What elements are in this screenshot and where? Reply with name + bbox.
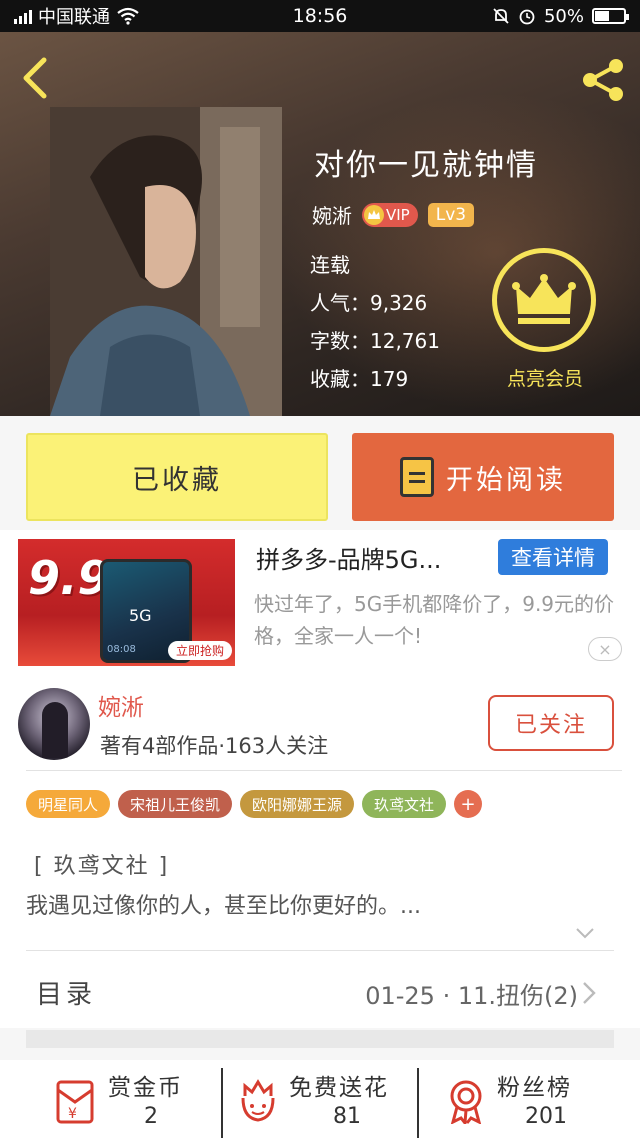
fans-label: 粉丝榜 <box>497 1075 572 1101</box>
chevron-down-icon[interactable] <box>574 922 596 944</box>
author-card: 婉淅 著有4部作品·163人关注 已关注 <box>0 680 640 770</box>
ad-5g-badge: 5G <box>129 606 152 625</box>
summary-tag: [ 玖鸢文社 ] <box>34 854 170 879</box>
member-label[interactable]: 点亮会员 <box>480 364 610 391</box>
svg-text:¥: ¥ <box>68 1106 77 1122</box>
clock: 18:56 <box>292 5 348 27</box>
flowers-count: 81 <box>333 1104 361 1129</box>
divider <box>26 950 614 951</box>
ad-price: 9.9 <box>28 551 110 605</box>
chevron-right-icon <box>583 982 596 1004</box>
crown-icon <box>512 274 576 324</box>
ad-image[interactable]: 9.9 元 5G 08:08 立即抢购 <box>18 539 235 666</box>
start-reading-button[interactable]: 开始阅读 <box>352 433 614 521</box>
words-label: 字数： <box>310 329 370 353</box>
serial-status: 连载 <box>310 253 350 277</box>
free-flowers-button[interactable]: 免费送花 81 <box>223 1060 417 1138</box>
book-title: 对你一见就钟情 <box>314 148 538 183</box>
reward-count: 2 <box>144 1104 158 1129</box>
reward-coins-button[interactable]: ¥ 赏金币 2 <box>0 1060 222 1138</box>
add-tag-button[interactable]: + <box>454 790 483 818</box>
tag-list: 明星同人 宋祖儿王俊凯 欧阳娜娜王源 玖鸢文社 + <box>26 790 483 818</box>
bottom-bar: ¥ 赏金币 2 免费送花 81 粉丝榜 201 <box>0 1060 640 1138</box>
words-value: 12,761 <box>370 329 440 353</box>
collected-button[interactable]: 已收藏 <box>26 433 328 521</box>
fans-ranking-button[interactable]: 粉丝榜 201 <box>419 1060 640 1138</box>
favorites-row: 收藏：179 <box>310 360 440 398</box>
member-button[interactable] <box>492 248 596 352</box>
view-details-button[interactable]: 查看详情 <box>498 539 608 575</box>
reward-label: 赏金币 <box>108 1075 183 1101</box>
ad-banner[interactable]: 9.9 元 5G 08:08 立即抢购 拼多多-品牌5G... 查看详情 快过年… <box>0 530 640 680</box>
red-envelope-icon: ¥ <box>56 1080 94 1124</box>
book-icon <box>400 457 434 497</box>
favorites-value: 179 <box>370 367 409 391</box>
back-icon[interactable] <box>18 56 54 100</box>
ad-cta: 立即抢购 <box>168 641 233 660</box>
words-row: 字数：12,761 <box>310 322 440 360</box>
popularity-row: 人气：9,326 <box>310 284 440 322</box>
author-name[interactable]: 婉淅 <box>98 688 144 722</box>
follow-button[interactable]: 已关注 <box>488 695 614 751</box>
book-author[interactable]: 婉淅 <box>312 200 352 229</box>
battery-icon <box>592 8 629 24</box>
vip-badge: VIP <box>362 202 418 227</box>
toc-label: 目录 <box>36 980 97 1010</box>
summary-text: 我遇见过像你的人，甚至比你更好的。... <box>26 894 421 919</box>
avatar[interactable] <box>18 688 90 760</box>
favorites-label: 收藏： <box>310 367 370 391</box>
status-bar: 中国联通 18:56 50% <box>0 0 640 32</box>
tag-chip[interactable]: 明星同人 <box>26 790 111 818</box>
book-cover <box>50 107 282 416</box>
tag-chip[interactable]: 欧阳娜娜王源 <box>240 790 355 818</box>
book-stats: 连载 人气：9,326 字数：12,761 收藏：179 <box>310 246 440 398</box>
flowers-label: 免费送花 <box>289 1075 389 1101</box>
battery-fill <box>595 11 609 21</box>
ad-description: 快过年了，5G手机都降价了，9.9元的价格，全家一人一个! <box>254 592 615 648</box>
start-reading-label: 开始阅读 <box>446 464 566 496</box>
share-icon[interactable] <box>580 56 628 104</box>
crown-icon <box>364 204 384 225</box>
popularity-label: 人气： <box>310 291 370 315</box>
table-of-contents[interactable]: 目录 01-25 · 11.扭伤(2) <box>0 952 640 1028</box>
author-row: 婉淅 VIP Lv3 <box>312 200 475 229</box>
section-divider <box>26 1030 614 1048</box>
tag-chip[interactable]: 宋祖儿王俊凯 <box>118 790 233 818</box>
book-header: 对你一见就钟情 婉淅 VIP Lv3 连载 人气：9,326 字数：12,761… <box>0 32 640 416</box>
latest-chapter: 01-25 · 11.扭伤(2) <box>365 982 578 1010</box>
book-detail: 明星同人 宋祖儿王俊凯 欧阳娜娜王源 玖鸢文社 + [ 玖鸢文社 ] 我遇见过像你的人，… <box>0 770 640 1028</box>
popularity-value: 9,326 <box>370 291 428 315</box>
medal-icon <box>450 1080 482 1124</box>
fans-count: 201 <box>525 1104 567 1129</box>
author-meta: 著有4部作品·163人关注 <box>100 734 329 758</box>
flower-icon <box>241 1079 275 1122</box>
tag-chip[interactable]: 玖鸢文社 <box>362 790 447 818</box>
vip-label: VIP <box>386 205 410 224</box>
close-icon[interactable]: × <box>588 637 622 661</box>
ad-title[interactable]: 拼多多-品牌5G... <box>256 540 441 575</box>
divider <box>26 770 622 771</box>
level-badge: Lv3 <box>427 202 475 227</box>
ad-phone-time: 08:08 <box>107 644 136 655</box>
